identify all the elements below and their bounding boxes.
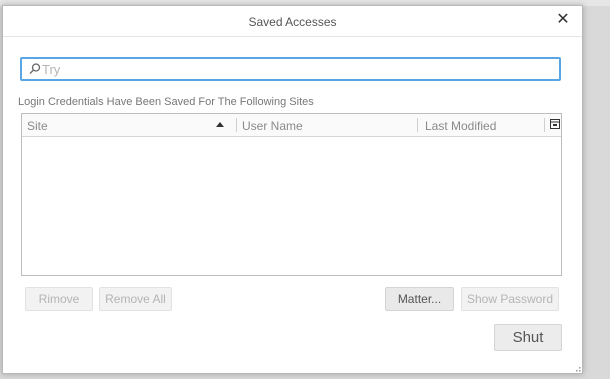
close-icon[interactable]: ✕ <box>554 11 572 29</box>
dialog-titlebar: Saved Accesses ✕ <box>3 6 582 37</box>
shut-button[interactable]: Shut <box>494 324 562 351</box>
column-picker-icon[interactable] <box>550 119 560 129</box>
remove-button[interactable]: Rimove <box>25 287 93 311</box>
column-header-user-name[interactable]: User Name <box>242 119 303 133</box>
saved-accesses-dialog: Saved Accesses ✕ Login Credentials Have … <box>2 5 583 374</box>
sort-ascending-icon <box>216 122 224 127</box>
search-icon <box>29 63 41 74</box>
saved-logins-table[interactable]: Site User Name Last Modified <box>21 113 562 276</box>
column-divider[interactable] <box>417 118 418 132</box>
import-button[interactable]: Matter... <box>385 287 454 311</box>
column-header-last-modified[interactable]: Last Modified <box>425 119 496 133</box>
remove-all-button[interactable]: Remove All <box>99 287 172 311</box>
table-header: Site User Name Last Modified <box>22 114 561 137</box>
column-header-site[interactable]: Site <box>27 119 48 133</box>
resize-grip-icon[interactable] <box>573 364 581 372</box>
search-field[interactable] <box>20 57 561 81</box>
show-password-button[interactable]: Show Password <box>461 287 559 311</box>
column-divider[interactable] <box>544 118 545 132</box>
dialog-title: Saved Accesses <box>248 15 337 29</box>
saved-sites-description: Login Credentials Have Been Saved For Th… <box>18 96 314 108</box>
column-divider[interactable] <box>236 118 237 132</box>
search-input[interactable] <box>42 60 542 78</box>
